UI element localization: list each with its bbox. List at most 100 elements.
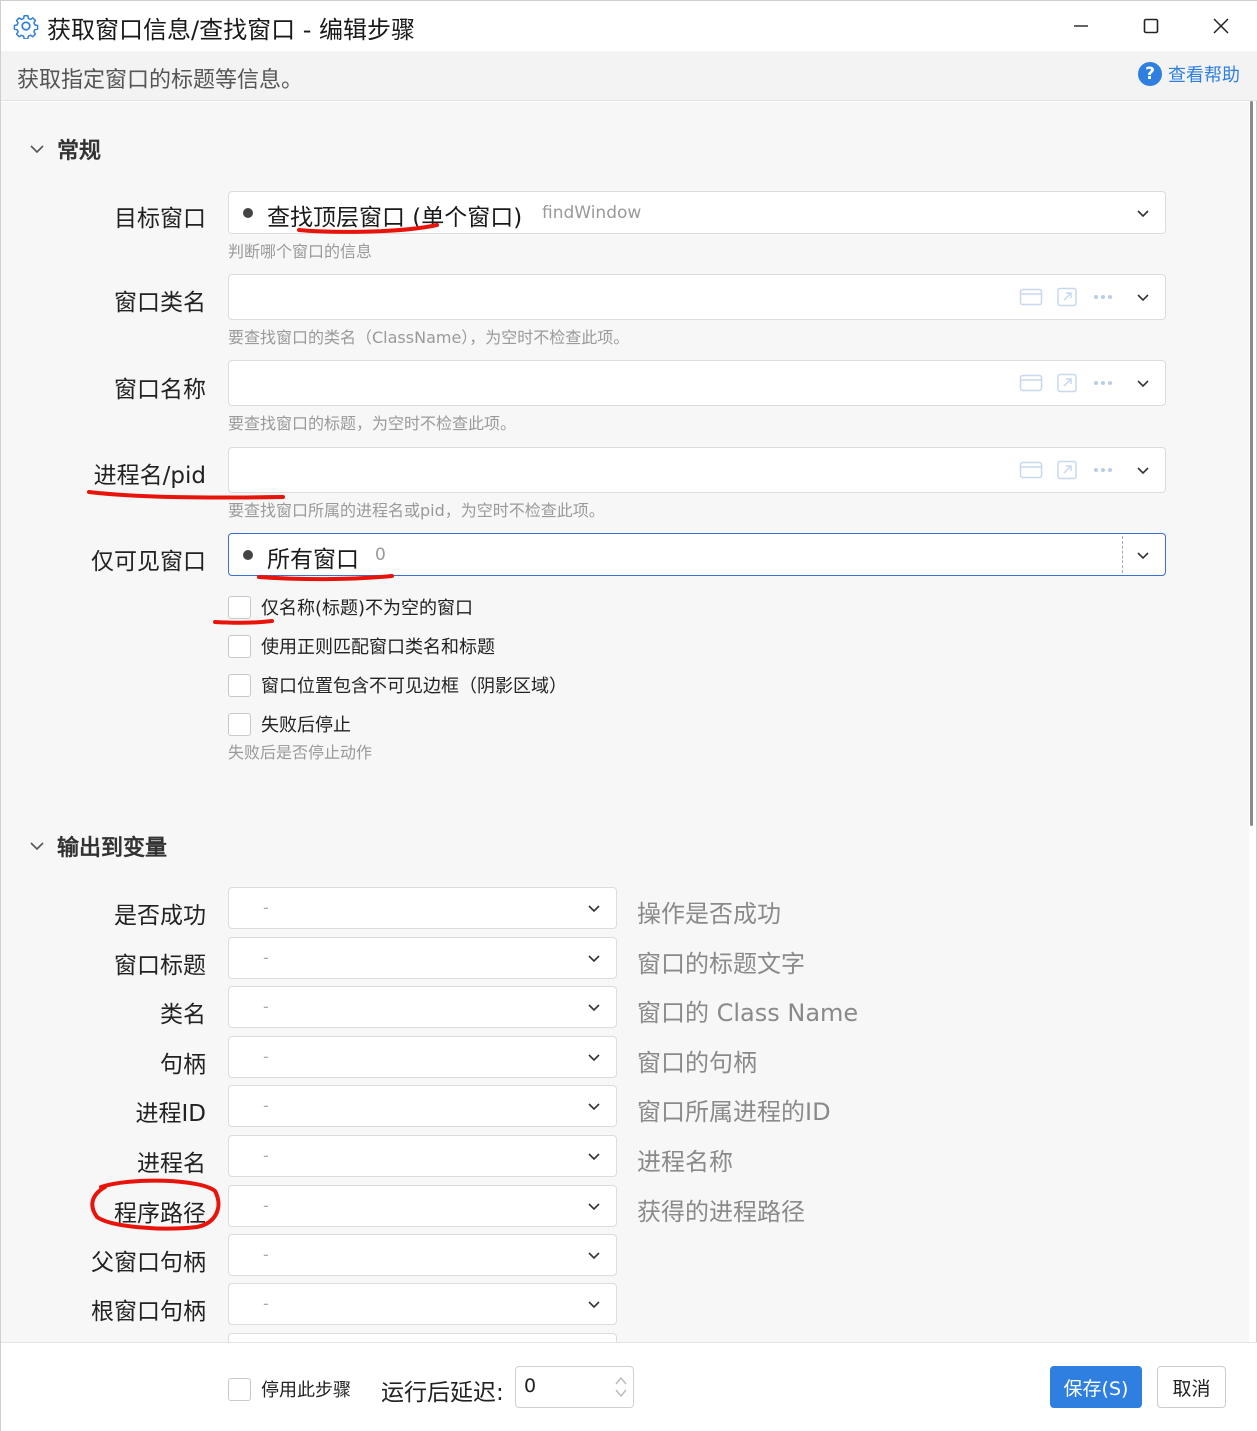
more-icon[interactable]	[1091, 373, 1115, 393]
section-output-title: 输出到变量	[57, 836, 168, 861]
output-desc: 窗口的 Class Name	[637, 999, 859, 1027]
output-program-path-select[interactable]: -	[228, 1185, 617, 1227]
window-name-hint: 要查找窗口的标题，为空时不检查此项。	[228, 414, 517, 433]
process-input[interactable]	[228, 447, 1166, 493]
spinner-arrows-icon[interactable]	[613, 1373, 629, 1401]
save-button[interactable]: 保存(S)	[1050, 1366, 1142, 1408]
maximize-icon	[1143, 18, 1159, 34]
output-next-select[interactable]	[228, 1333, 617, 1342]
output-root-handle-select[interactable]: -	[228, 1283, 617, 1325]
open-external-icon[interactable]	[1055, 373, 1079, 393]
open-external-icon[interactable]	[1055, 287, 1079, 307]
output-value: -	[263, 997, 269, 1016]
output-label: 根窗口句柄	[91, 1299, 206, 1325]
checkbox-label: 失败后停止	[261, 715, 351, 736]
section-general-header[interactable]: 常规	[29, 133, 101, 165]
open-external-icon[interactable]	[1055, 460, 1079, 480]
vertical-scrollbar[interactable]	[1250, 101, 1253, 826]
visible-only-select[interactable]: 所有窗口 0	[228, 533, 1166, 576]
regex-match-checkbox[interactable]: 使用正则匹配窗口类名和标题	[228, 633, 495, 659]
visible-only-code: 0	[375, 545, 386, 565]
maximize-button[interactable]	[1116, 1, 1186, 51]
output-label: 类名	[160, 1002, 206, 1028]
chevron-down-icon	[1137, 552, 1149, 560]
bullet-dot	[243, 550, 253, 560]
title-bar: 获取窗口信息/查找窗口 - 编辑步骤	[1, 1, 1257, 51]
chevron-down-icon	[30, 842, 44, 851]
chevron-down-icon	[588, 1103, 600, 1111]
output-desc: 进程名称	[637, 1148, 733, 1176]
section-general-title: 常规	[57, 139, 102, 164]
chevron-down-icon	[588, 1004, 600, 1012]
help-link[interactable]: ? 查看帮助	[1138, 61, 1240, 87]
chevron-down-icon	[588, 1054, 600, 1062]
checkbox-box[interactable]	[228, 1377, 251, 1401]
class-name-label: 窗口类名	[114, 290, 206, 316]
question-icon: ?	[1138, 62, 1162, 86]
target-window-label: 目标窗口	[114, 206, 206, 232]
process-label: 进程名/pid	[93, 463, 206, 489]
output-pid-select[interactable]: -	[228, 1085, 617, 1127]
output-label: 窗口标题	[114, 953, 206, 979]
output-value: -	[263, 898, 269, 917]
checkbox-label: 窗口位置包含不可见边框（阴影区域）	[261, 676, 567, 697]
field-actions	[1019, 287, 1115, 307]
step-description: 获取指定窗口的标题等信息。	[17, 68, 304, 93]
section-output-header[interactable]: 输出到变量	[29, 830, 167, 862]
chevron-down-icon	[588, 905, 600, 913]
nonempty-title-checkbox[interactable]: 仅名称(标题)不为空的窗口	[228, 594, 473, 620]
checkbox-box[interactable]	[228, 634, 251, 658]
more-icon[interactable]	[1091, 287, 1115, 307]
output-label: 程序路径	[114, 1201, 206, 1227]
target-window-value: 查找顶层窗口 (单个窗口)	[267, 205, 523, 231]
output-value: -	[263, 1196, 269, 1215]
visible-only-value: 所有窗口	[267, 547, 359, 573]
chevron-down-icon	[588, 955, 600, 963]
output-title-select[interactable]: -	[228, 937, 617, 979]
window-picker-icon[interactable]	[1019, 460, 1043, 480]
class-name-input[interactable]	[228, 274, 1166, 320]
invisible-border-checkbox[interactable]: 窗口位置包含不可见边框（阴影区域）	[228, 672, 567, 698]
more-icon[interactable]	[1091, 460, 1115, 480]
chevron-down-icon	[1137, 467, 1149, 475]
disable-step-checkbox[interactable]: 停用此步骤	[228, 1376, 351, 1402]
cancel-button[interactable]: 取消	[1157, 1366, 1226, 1408]
stop-on-failure-hint: 失败后是否停止动作	[228, 743, 373, 762]
window-name-label: 窗口名称	[114, 377, 206, 403]
output-classname-select[interactable]: -	[228, 986, 617, 1028]
class-name-hint: 要查找窗口的类名（ClassName），为空时不检查此项。	[228, 328, 630, 347]
window-picker-icon[interactable]	[1019, 287, 1043, 307]
visible-only-label: 仅可见窗口	[91, 549, 206, 575]
checkbox-label: 仅名称(标题)不为空的窗口	[261, 598, 474, 619]
minimize-button[interactable]	[1046, 1, 1116, 51]
output-desc: 操作是否成功	[637, 900, 781, 928]
output-desc: 窗口的句柄	[637, 1049, 757, 1077]
output-parent-handle-select[interactable]: -	[228, 1234, 617, 1276]
checkbox-box[interactable]	[228, 712, 251, 736]
chevron-down-icon	[1137, 380, 1149, 388]
checkbox-box[interactable]	[228, 595, 251, 619]
output-label: 进程ID	[135, 1101, 207, 1127]
target-window-select[interactable]: 查找顶层窗口 (单个窗口) findWindow	[228, 191, 1166, 234]
field-actions	[1019, 460, 1115, 480]
form-scroll-area[interactable]: 常规 目标窗口 查找顶层窗口 (单个窗口) findWindow 判断哪个窗口的…	[1, 102, 1249, 1342]
process-hint: 要查找窗口所属的进程名或pid，为空时不检查此项。	[228, 501, 605, 520]
output-success-select[interactable]: -	[228, 887, 617, 929]
output-label: 进程名	[137, 1151, 206, 1177]
output-process-name-select[interactable]: -	[228, 1135, 617, 1177]
delay-input[interactable]: 0	[515, 1366, 634, 1408]
output-desc: 获得的进程路径	[637, 1198, 805, 1226]
stop-on-failure-checkbox[interactable]: 失败后停止	[228, 711, 351, 737]
delay-label: 运行后延迟:	[381, 1380, 504, 1406]
output-label: 父窗口句柄	[91, 1250, 206, 1276]
window-picker-icon[interactable]	[1019, 373, 1043, 393]
window-name-input[interactable]	[228, 360, 1166, 406]
output-value: -	[263, 1047, 269, 1066]
output-value: -	[263, 1245, 269, 1264]
close-button[interactable]	[1186, 1, 1256, 51]
checkbox-box[interactable]	[228, 673, 251, 697]
chevron-down-icon	[588, 1301, 600, 1309]
output-value: -	[263, 1096, 269, 1115]
help-label: 查看帮助	[1168, 65, 1240, 86]
output-handle-select[interactable]: -	[228, 1036, 617, 1078]
